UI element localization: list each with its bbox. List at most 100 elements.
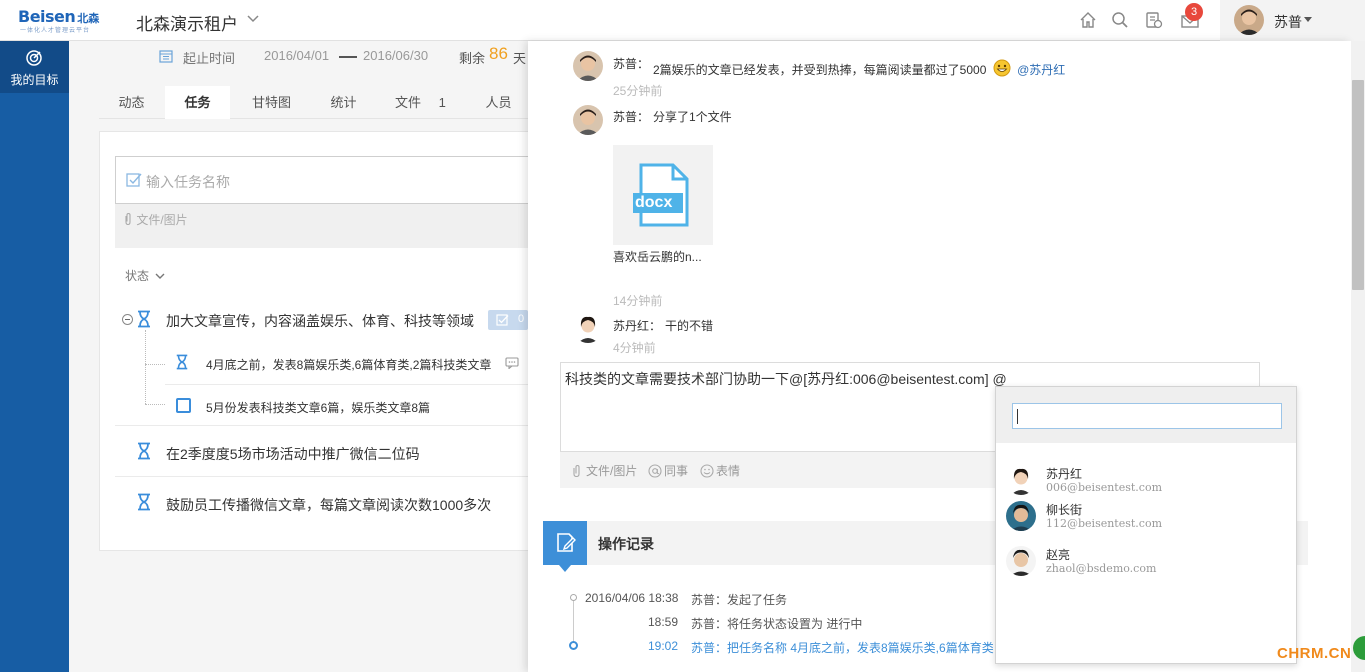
- subtask-title[interactable]: 4月底之前，发表8篇娱乐类,6篇体育类,2篇科技类文章: [206, 356, 491, 373]
- comment-time: 14分钟前: [613, 294, 663, 308]
- log-text: 苏普：把任务名称 4月底之前，发表8篇娱乐类,6篇体育类: [691, 641, 994, 655]
- avatar: [1006, 501, 1036, 531]
- tab-members[interactable]: 人员: [471, 86, 526, 119]
- task-title[interactable]: 加大文章宣传，内容涵盖娱乐、体育、科技等领域: [166, 311, 474, 331]
- tab-files-label: 文件: [395, 95, 422, 110]
- user-avatar[interactable]: [1234, 5, 1264, 35]
- comment-author[interactable]: 苏普：: [613, 55, 649, 72]
- comment-author[interactable]: 苏丹红：: [613, 317, 661, 334]
- avatar[interactable]: [573, 105, 603, 135]
- task-page: 起止时间 2016/04/01 2016/06/30 剩余 86 天 动态 任务…: [69, 41, 530, 672]
- attach-file-button[interactable]: 文件/图片: [123, 211, 188, 228]
- watermark: CHRM.CN: [1277, 645, 1352, 662]
- caret-down-icon[interactable]: [1304, 17, 1312, 22]
- subtask-checkbox[interactable]: [176, 398, 191, 413]
- logo-cn: 北森: [77, 13, 100, 25]
- tab-activity[interactable]: 动态: [99, 86, 164, 119]
- mention-colleague-button[interactable]: 同事: [648, 462, 688, 479]
- log-date: 2016/04/06 18:38: [585, 591, 679, 605]
- logo-text: Beisen: [18, 7, 76, 26]
- beisen-logo[interactable]: Beisen 北森 一体化人才管理云平台: [18, 7, 108, 35]
- new-task-placeholder: 输入任务名称: [146, 174, 230, 190]
- mention-option[interactable]: 柳长街 112@beisentest.com: [996, 497, 1296, 533]
- file-thumbnail[interactable]: docx: [613, 145, 713, 245]
- scrollbar-thumb[interactable]: [1352, 80, 1364, 290]
- checklist-icon: [496, 314, 509, 326]
- file-name[interactable]: 喜欢岳云鹏的n...: [613, 248, 702, 265]
- mention-option[interactable]: 赵亮 zhaol@bsdemo.com: [996, 542, 1296, 578]
- date-dash: [339, 56, 357, 58]
- tenant-name[interactable]: 北森演示租户: [136, 10, 238, 35]
- hourglass-icon: [138, 493, 150, 511]
- checkbox-icon: [126, 173, 142, 187]
- new-task-input[interactable]: 输入任务名称: [115, 156, 530, 204]
- logo-subtitle: 一体化人才管理云平台: [20, 28, 91, 34]
- calendar-icon: [159, 50, 173, 63]
- attach-file-button[interactable]: 文件/图片: [570, 462, 637, 479]
- approval-icon[interactable]: [1144, 10, 1164, 30]
- home-icon[interactable]: [1078, 10, 1098, 30]
- row-divider: [165, 384, 530, 385]
- comment-time: 25分钟前: [613, 84, 663, 98]
- task-list-panel: 输入任务名称 文件/图片 状态 加大文章宣传，内容涵盖娱乐、体育、科技等领域 0…: [99, 131, 530, 551]
- hourglass-icon: [138, 442, 150, 460]
- user-menu[interactable]: 苏普: [1220, 0, 1365, 41]
- log-date: 19:02: [648, 639, 679, 653]
- left-sidebar: 我的目标: [0, 41, 69, 672]
- task-tabs: 动态 任务 甘特图 统计 文件 1 人员: [99, 86, 529, 119]
- tab-stats[interactable]: 统计: [311, 86, 376, 119]
- row-divider: [115, 425, 530, 426]
- sidebar-item-my-goals[interactable]: 我的目标: [0, 41, 69, 93]
- comment-icon[interactable]: [505, 357, 519, 369]
- text-cursor: [1017, 409, 1018, 424]
- notification-badge[interactable]: 3: [1185, 3, 1203, 21]
- task-checklist-badge[interactable]: 0: [488, 310, 528, 330]
- smiley-icon: [700, 464, 714, 478]
- chevron-down-icon: [155, 273, 165, 279]
- hourglass-icon: [138, 310, 150, 328]
- tab-files-count: 1: [438, 95, 446, 110]
- mention-option[interactable]: 苏丹红 006@beisentest.com: [996, 461, 1296, 497]
- avatar: [1006, 546, 1036, 576]
- date-label: 起止时间: [183, 51, 236, 66]
- mention-search-area: [996, 387, 1296, 443]
- search-icon[interactable]: [1110, 10, 1130, 30]
- comment-mention[interactable]: @苏丹红: [1017, 63, 1065, 77]
- reply-text: 科技类的文章需要技术部门协助一下@[苏丹红:006@beisentest.com…: [565, 371, 1007, 387]
- tab-files[interactable]: 文件 1: [384, 86, 464, 119]
- date-end: 2016/06/30: [363, 48, 429, 63]
- mention-picker-popup: 苏丹红 006@beisentest.com 柳长街 112@beisentes…: [995, 386, 1297, 664]
- mention-name: 赵亮: [1046, 548, 1071, 562]
- file-ext: docx: [635, 194, 673, 211]
- tool-label: 文件/图片: [586, 464, 638, 478]
- tree-line: [145, 404, 165, 405]
- user-name[interactable]: 苏普: [1274, 12, 1302, 32]
- remain-unit: 天: [513, 51, 527, 66]
- avatar[interactable]: [573, 51, 603, 81]
- attach-label: 文件/图片: [136, 213, 188, 227]
- chevron-down-icon[interactable]: [246, 12, 260, 26]
- log-text: 苏普：发起了任务: [691, 593, 788, 607]
- tab-gantt[interactable]: 甘特图: [234, 86, 309, 119]
- tab-tasks[interactable]: 任务: [165, 86, 230, 119]
- tool-label: 同事: [664, 464, 689, 478]
- comment-author[interactable]: 苏普：: [613, 108, 649, 125]
- collapse-icon[interactable]: [122, 314, 133, 325]
- task-title[interactable]: 鼓励员工传播微信文章，每篇文章阅读次数1000多次: [166, 495, 491, 515]
- at-icon: [648, 464, 662, 478]
- mention-search-input[interactable]: [1012, 403, 1282, 429]
- task-title[interactable]: 在2季度度5场市场活动中推广微信二位码: [166, 444, 420, 464]
- avatar[interactable]: [573, 313, 603, 343]
- comment-body: 2篇娱乐的文章已经发表，并受到热捧，每篇阅读量都过了5000: [653, 63, 987, 77]
- comment-text: 干的不错: [665, 319, 714, 333]
- emoji-button[interactable]: 表情: [700, 462, 740, 479]
- timeline-dot: [570, 594, 577, 601]
- grin-emoji-icon: [993, 59, 1011, 77]
- subtask-title[interactable]: 5月份发表科技类文章6篇，娱乐类文章8篇: [206, 399, 430, 416]
- status-filter[interactable]: 状态: [125, 267, 165, 284]
- row-divider: [115, 476, 530, 477]
- mention-name: 苏丹红: [1046, 467, 1083, 481]
- remain-days: 86: [489, 44, 508, 63]
- tool-label: 表情: [716, 464, 741, 478]
- remain-label: 剩余: [459, 51, 486, 66]
